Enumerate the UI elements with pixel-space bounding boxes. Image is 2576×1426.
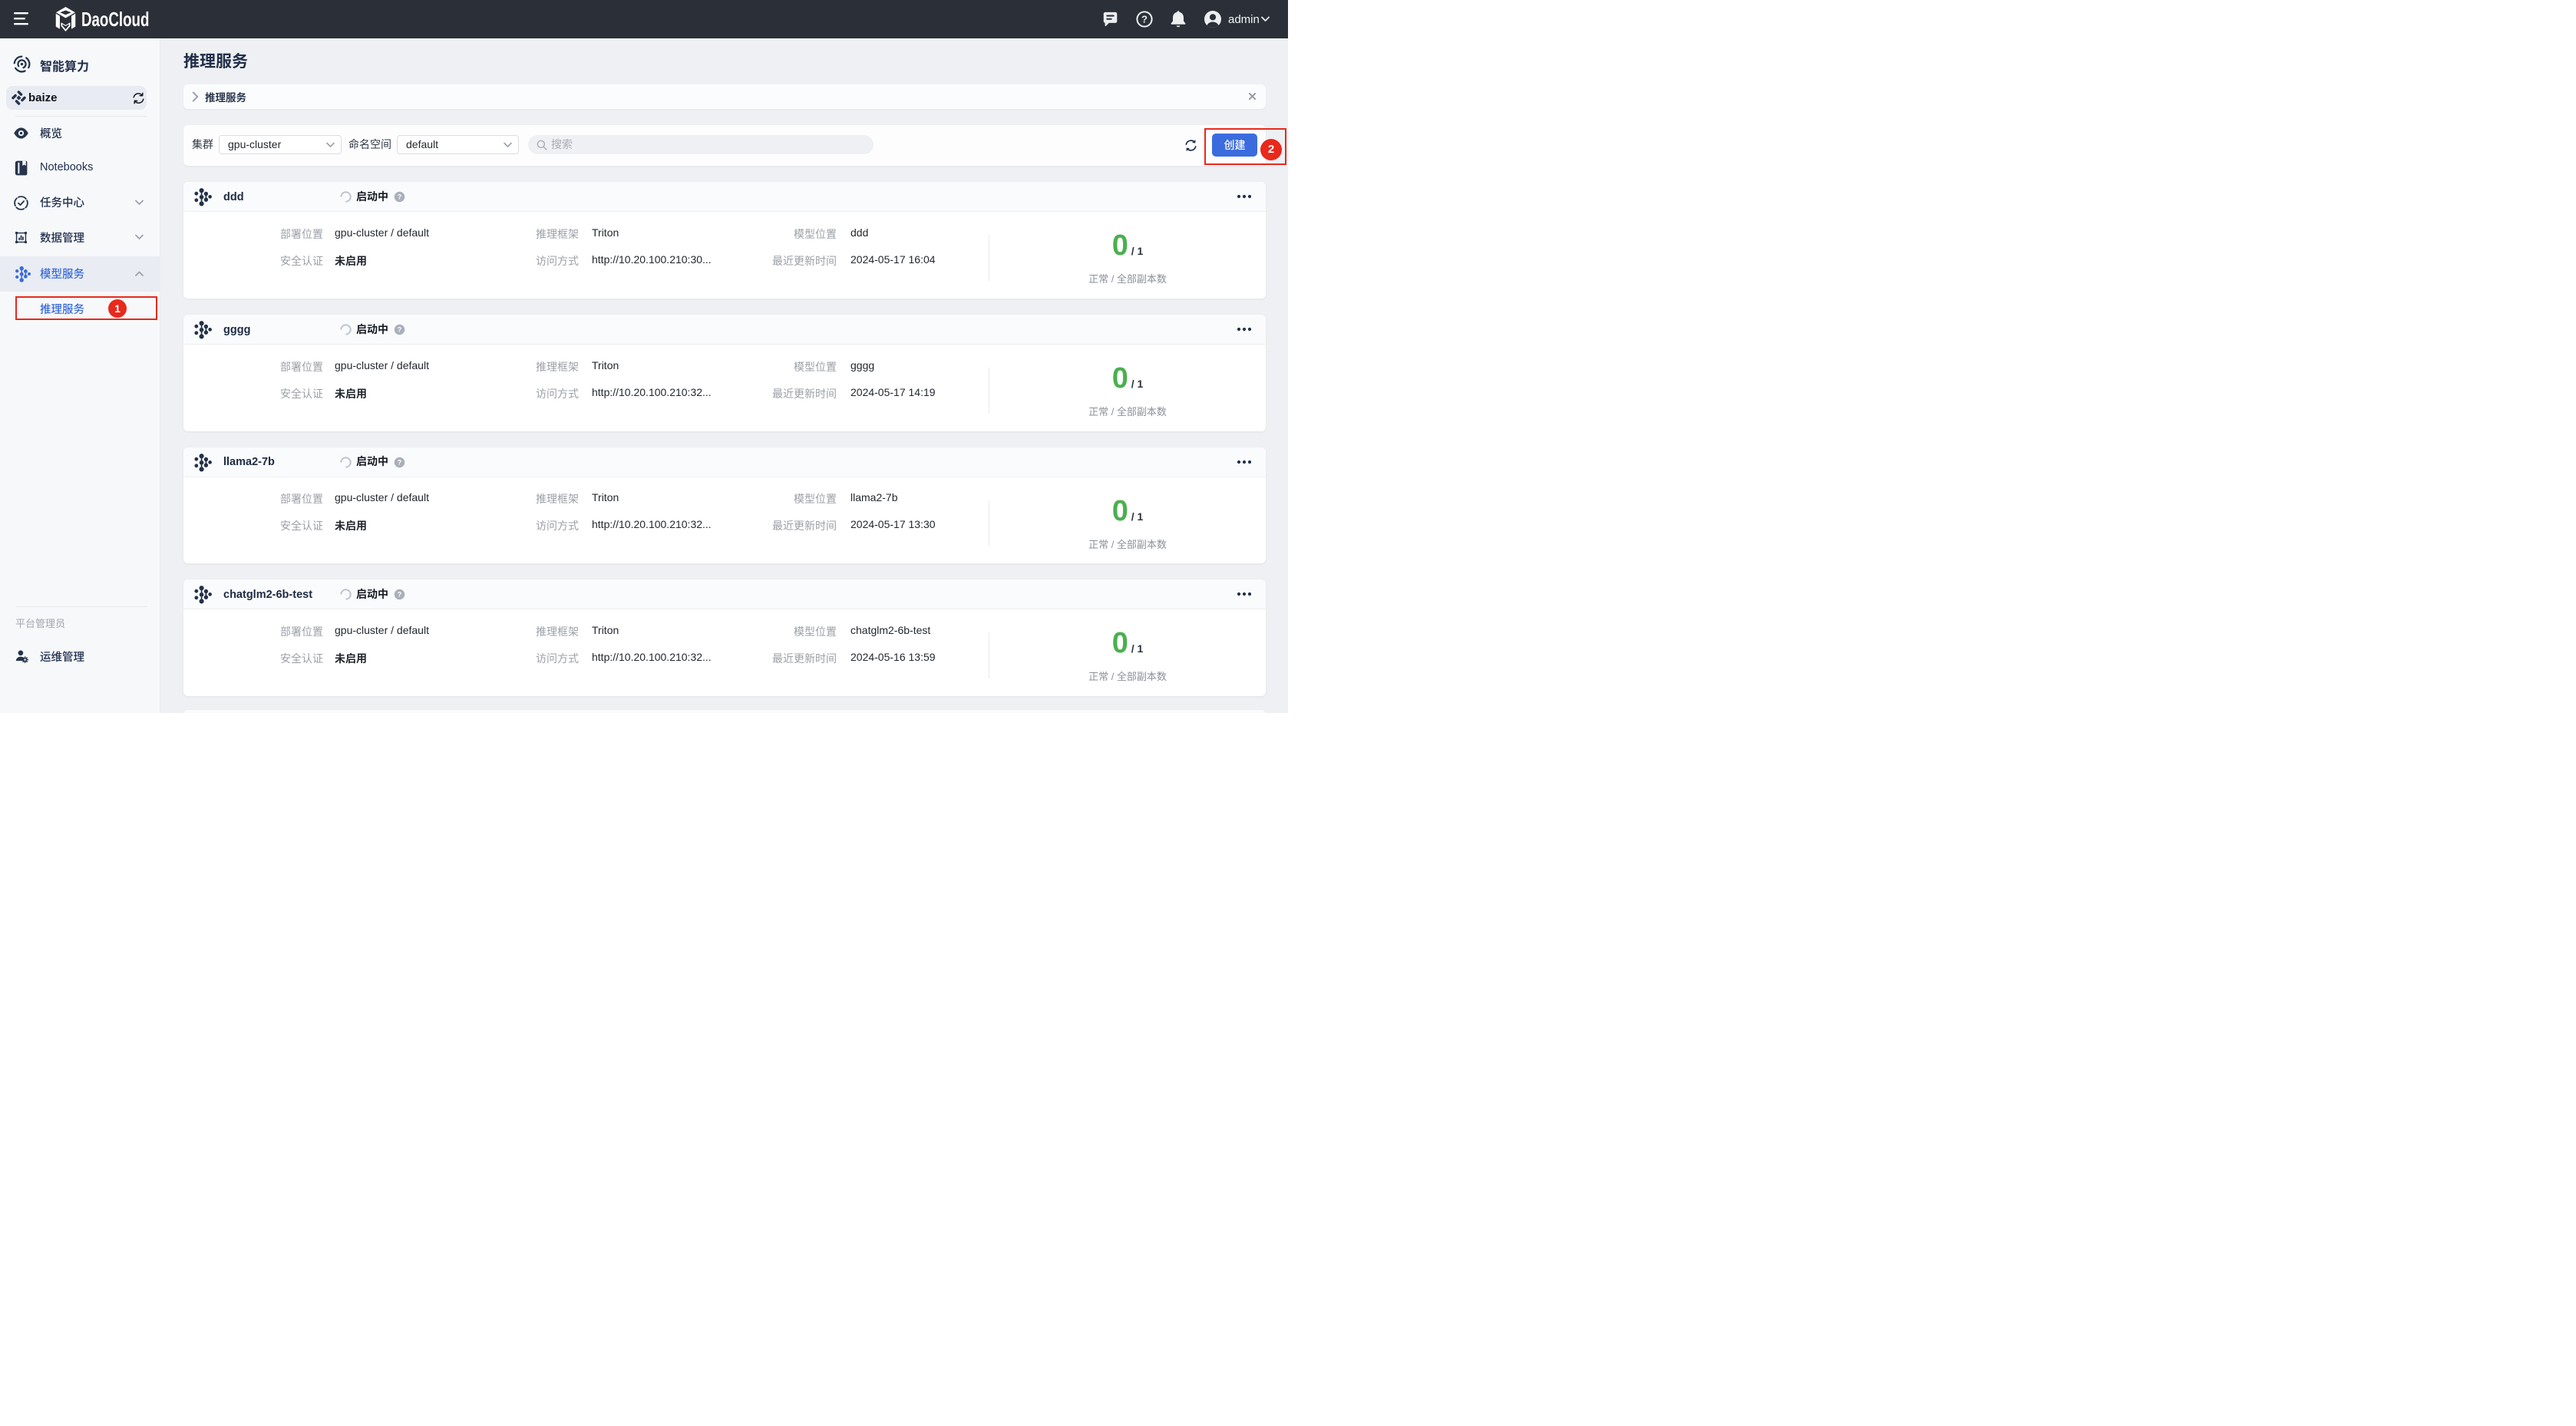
svg-text:?: ?	[398, 326, 401, 334]
svg-text:?: ?	[1141, 14, 1148, 25]
svg-text:?: ?	[398, 193, 401, 201]
svg-text:?: ?	[398, 591, 401, 599]
svg-text:?: ?	[398, 458, 401, 466]
